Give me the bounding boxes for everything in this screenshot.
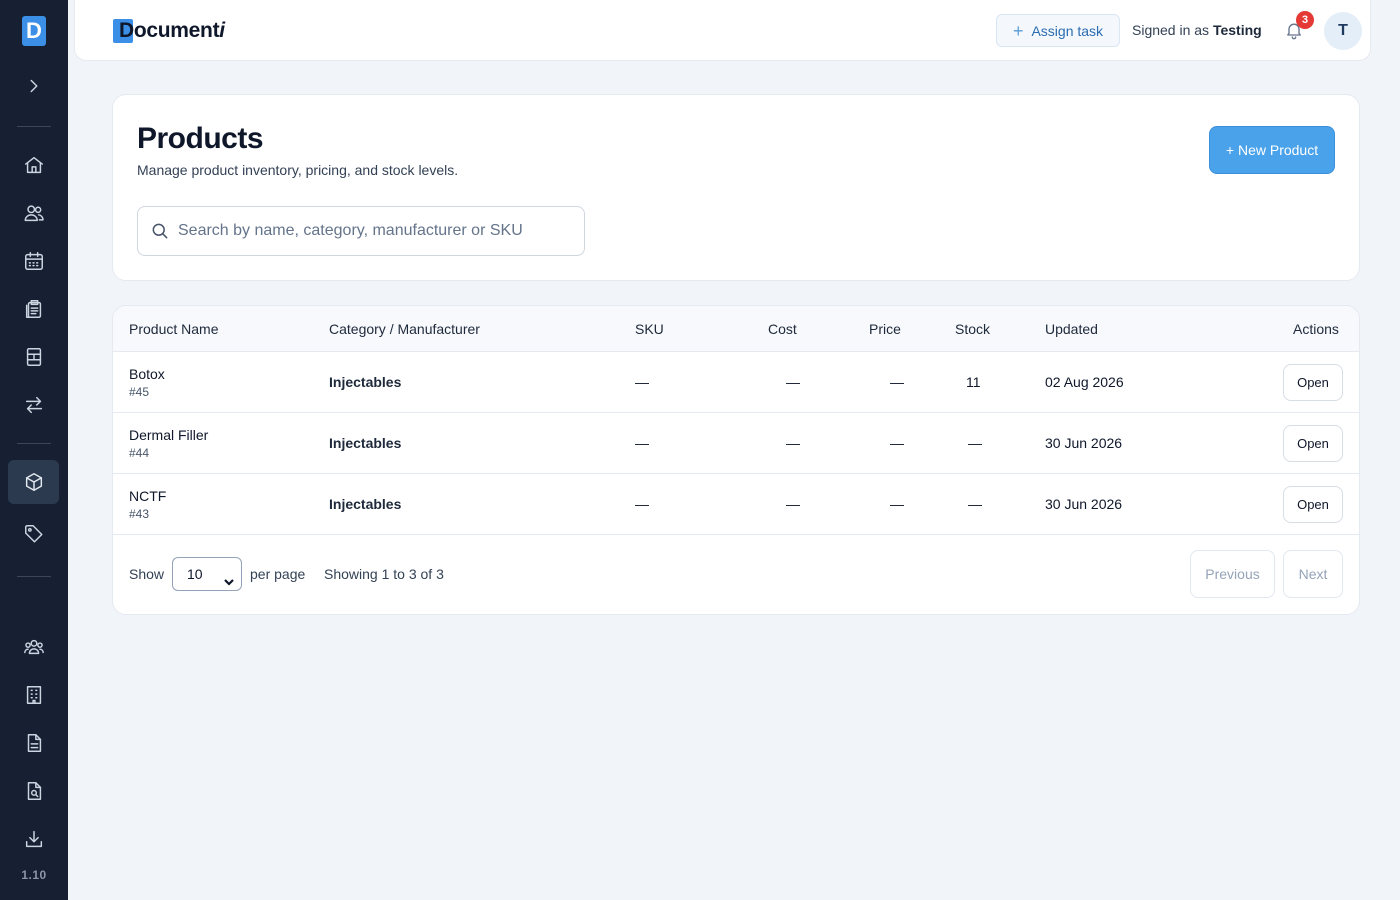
chevron-right-icon — [30, 79, 37, 93]
column-header-cost: Cost — [768, 321, 797, 337]
per-page-value: 10 — [187, 566, 203, 582]
file-search-icon — [27, 782, 41, 800]
product-cost: — — [786, 374, 800, 390]
column-header-product-name: Product Name — [129, 321, 219, 337]
search-box — [137, 206, 585, 256]
plus-icon: + — [1012, 20, 1024, 41]
product-cost: — — [786, 496, 800, 512]
sidebar: D 1.10 — [0, 0, 68, 900]
table-header: Product Name Category / Manufacturer SKU… — [113, 306, 1359, 352]
product-cost: — — [786, 435, 800, 451]
pagination-summary: Showing 1 to 3 of 3 — [324, 566, 444, 582]
per-page-select[interactable]: 10 — [172, 557, 242, 591]
product-id: #43 — [129, 507, 150, 521]
products-table-card: Product Name Category / Manufacturer SKU… — [112, 305, 1360, 615]
clipboard-icon — [25, 300, 41, 318]
sidebar-item-documents[interactable] — [8, 721, 59, 765]
sidebar-item-calendar[interactable] — [8, 239, 59, 283]
product-id: #45 — [129, 385, 150, 399]
product-updated: 30 Jun 2026 — [1045, 496, 1123, 512]
document-grid-icon — [26, 348, 41, 366]
product-price: — — [890, 435, 904, 451]
sidebar-item-search-documents[interactable] — [8, 769, 59, 813]
product-category: Injectables — [329, 435, 402, 451]
column-header-sku: SKU — [635, 321, 664, 337]
product-stock: — — [968, 435, 982, 451]
table-row: Dermal Filler #44 Injectables — — — — 30… — [113, 413, 1359, 474]
page-title: Products — [137, 122, 264, 155]
app-version: 1.10 — [21, 868, 47, 882]
product-name: Botox — [129, 366, 165, 382]
assign-task-button[interactable]: + Assign task — [996, 14, 1120, 47]
search-input[interactable] — [178, 207, 578, 255]
tag-icon — [24, 525, 43, 543]
sidebar-item-team[interactable] — [8, 625, 59, 669]
chevron-down-icon — [223, 567, 235, 586]
product-sku: — — [635, 435, 649, 451]
previous-page-button[interactable]: Previous — [1190, 550, 1275, 598]
product-price: — — [890, 496, 904, 512]
table-row: NCTF #43 Injectables — — — — 30 Jun 2026… — [113, 474, 1359, 535]
show-label: Show — [129, 566, 165, 582]
table-row: Botox #45 Injectables — — — 11 02 Aug 20… — [113, 352, 1359, 413]
page-subtitle: Manage product inventory, pricing, and s… — [137, 162, 459, 178]
sidebar-divider — [17, 443, 51, 444]
notification-count-badge: 3 — [1296, 11, 1314, 29]
product-sku: — — [635, 496, 649, 512]
transfer-icon — [25, 396, 42, 414]
expand-sidebar-button[interactable] — [8, 64, 59, 108]
calendar-icon — [24, 252, 43, 270]
signed-in-user: Testing — [1212, 22, 1262, 38]
brand-logo[interactable]: Documenti — [113, 18, 225, 44]
sidebar-item-users[interactable] — [8, 191, 59, 235]
new-product-button[interactable]: + New Product — [1209, 126, 1335, 174]
box-icon — [25, 473, 42, 491]
product-updated: 30 Jun 2026 — [1045, 435, 1123, 451]
product-category: Injectables — [329, 374, 402, 390]
app-logo[interactable]: D — [22, 16, 46, 46]
team-icon — [23, 639, 44, 655]
product-id: #44 — [129, 446, 150, 460]
product-category: Injectables — [329, 496, 402, 512]
search-icon — [152, 223, 168, 239]
sidebar-divider — [17, 576, 51, 577]
sidebar-item-organisation[interactable] — [8, 673, 59, 717]
sidebar-item-home[interactable] — [8, 143, 59, 187]
product-stock: 11 — [966, 374, 981, 390]
column-header-updated: Updated — [1045, 321, 1098, 337]
product-name: Dermal Filler — [129, 427, 209, 443]
sidebar-item-records[interactable] — [8, 335, 59, 379]
open-product-button[interactable]: Open — [1283, 364, 1343, 401]
brand-name: Documenti — [119, 19, 225, 42]
sidebar-item-downloads[interactable] — [8, 817, 59, 861]
open-product-button[interactable]: Open — [1283, 425, 1343, 462]
product-stock: — — [968, 496, 982, 512]
products-header-card: Products Manage product inventory, prici… — [112, 94, 1360, 281]
home-icon — [24, 156, 43, 174]
next-page-button[interactable]: Next — [1283, 550, 1343, 598]
file-text-icon — [27, 734, 41, 752]
top-bar: Documenti + Assign task Signed in as Tes… — [74, 0, 1371, 61]
signed-in-status: Signed in as Testing — [1132, 22, 1262, 38]
download-icon — [25, 830, 42, 848]
assign-task-label: Assign task — [1031, 22, 1104, 39]
sidebar-item-products[interactable] — [8, 460, 59, 504]
column-header-stock: Stock — [955, 321, 991, 337]
open-product-button[interactable]: Open — [1283, 486, 1343, 523]
column-header-actions: Actions — [1293, 321, 1339, 337]
sidebar-item-tags[interactable] — [8, 512, 59, 556]
column-header-category: Category / Manufacturer — [329, 321, 480, 337]
users-icon — [24, 205, 44, 222]
product-name: NCTF — [129, 488, 167, 504]
column-header-price: Price — [869, 321, 901, 337]
product-sku: — — [635, 374, 649, 390]
product-price: — — [890, 374, 904, 390]
product-updated: 02 Aug 2026 — [1045, 374, 1124, 390]
sidebar-divider — [17, 126, 51, 127]
sidebar-item-clipboard[interactable] — [8, 287, 59, 331]
user-avatar[interactable]: T — [1324, 12, 1362, 50]
per-page-label: per page — [250, 566, 306, 582]
sidebar-item-transfers[interactable] — [8, 383, 59, 427]
building-icon — [26, 686, 41, 704]
